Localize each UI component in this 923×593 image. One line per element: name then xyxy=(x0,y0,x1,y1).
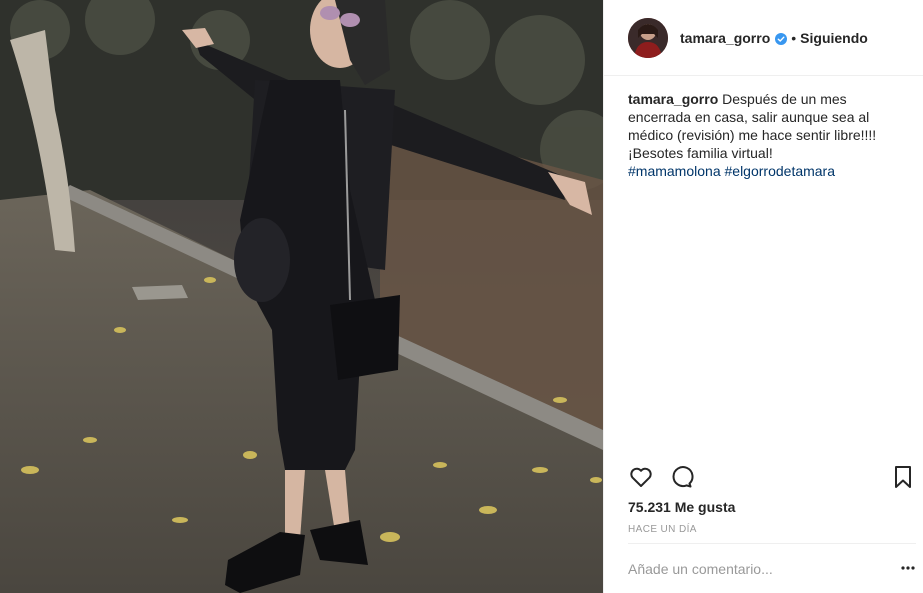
post-actions-bar xyxy=(628,464,916,492)
verified-badge-icon xyxy=(775,32,788,45)
comment-bar xyxy=(628,543,916,593)
comment-bubble-icon[interactable] xyxy=(668,464,694,490)
post-caption: tamara_gorro Después de un mes encerrada… xyxy=(628,90,898,180)
separator-dot: • xyxy=(791,29,797,46)
post-photo[interactable] xyxy=(0,0,603,593)
likes-count[interactable]: 75.231 Me gusta xyxy=(628,499,735,515)
post-photo-image xyxy=(0,0,603,593)
caption-line-4: ¡Besotes familia virtual! xyxy=(628,145,773,161)
hashtag-link[interactable]: #elgorrodetamara xyxy=(725,163,836,179)
username-link[interactable]: tamara_gorro xyxy=(680,30,770,46)
more-options-icon[interactable] xyxy=(900,560,916,576)
caption-line-3: médico (revisión) me hace sentir libre!!… xyxy=(628,127,877,143)
heart-icon[interactable] xyxy=(628,464,654,490)
following-button[interactable]: Siguiendo xyxy=(800,30,868,46)
post-header: tamara_gorro • Siguiendo xyxy=(604,0,923,76)
post-timestamp[interactable]: HACE UN DÍA xyxy=(628,524,697,535)
hashtag-link[interactable]: #mamamolona xyxy=(628,163,721,179)
caption-line-1: Después de un mes xyxy=(722,91,847,107)
avatar-image xyxy=(628,17,668,58)
avatar[interactable] xyxy=(628,17,668,58)
bookmark-icon[interactable] xyxy=(890,464,916,490)
instagram-post-view: tamara_gorro • Siguiendo tamara_gorro De… xyxy=(0,0,923,593)
post-side-panel: tamara_gorro • Siguiendo tamara_gorro De… xyxy=(603,0,923,593)
caption-username-link[interactable]: tamara_gorro xyxy=(628,91,718,107)
comment-input[interactable] xyxy=(628,558,878,580)
caption-line-2: encerrada en casa, salir aunque sea al xyxy=(628,109,870,125)
